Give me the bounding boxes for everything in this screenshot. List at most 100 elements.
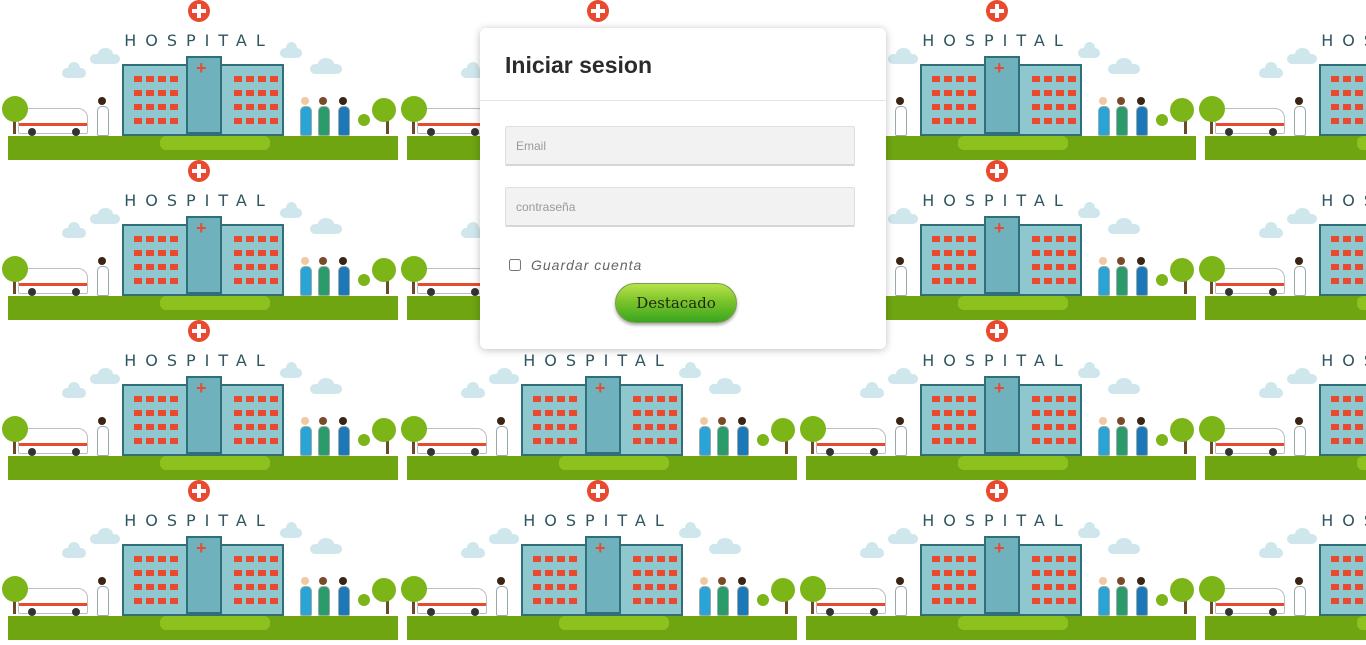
- window: [146, 410, 154, 416]
- window: [234, 584, 242, 590]
- cloud-icon: [1259, 222, 1283, 238]
- tree-icon: [1156, 274, 1168, 286]
- window: [170, 598, 178, 604]
- hospital-word: HOSPITAL: [1321, 191, 1366, 210]
- window: [944, 598, 952, 604]
- window: [1056, 118, 1064, 124]
- person-head: [339, 417, 347, 425]
- hospital-tile: HOSPITAL: [1197, 0, 1366, 160]
- person-icon: [97, 426, 109, 456]
- window: [270, 236, 278, 242]
- remember-account: Guardar cuenta: [509, 257, 642, 273]
- cloud-icon: [280, 522, 302, 538]
- window: [633, 570, 641, 576]
- window: [170, 236, 178, 242]
- hospital-word: HOSPITAL: [922, 351, 1072, 370]
- window: [170, 570, 178, 576]
- window: [234, 438, 242, 444]
- red-cross-icon: [188, 320, 210, 342]
- cloud-icon: [1287, 368, 1317, 384]
- window: [1044, 250, 1052, 256]
- window: [158, 278, 166, 284]
- window: [146, 570, 154, 576]
- cloud-icon: [1287, 48, 1317, 64]
- window: [270, 410, 278, 416]
- window: [1032, 250, 1040, 256]
- window: [545, 584, 553, 590]
- window: [270, 278, 278, 284]
- person-icon: [1116, 266, 1128, 296]
- hospital-word: HOSPITAL: [1321, 511, 1366, 530]
- cloud-icon: [310, 538, 342, 554]
- path: [1357, 136, 1366, 150]
- window: [1331, 104, 1339, 110]
- person-head: [738, 577, 746, 585]
- window: [270, 250, 278, 256]
- window: [569, 556, 577, 562]
- person-icon: [496, 426, 508, 456]
- hospital-word: HOSPITAL: [523, 511, 673, 530]
- person-icon: [1294, 266, 1306, 296]
- person-icon: [699, 426, 711, 456]
- window: [158, 236, 166, 242]
- window: [657, 396, 665, 402]
- window: [1044, 264, 1052, 270]
- person-icon: [737, 426, 749, 456]
- window: [1331, 264, 1339, 270]
- person-icon: [318, 266, 330, 296]
- window: [1056, 236, 1064, 242]
- window: [1068, 76, 1076, 82]
- window: [545, 424, 553, 430]
- cloud-icon: [888, 528, 918, 544]
- person-icon: [1098, 106, 1110, 136]
- window: [1355, 410, 1363, 416]
- hospital-word: HOSPITAL: [1321, 351, 1366, 370]
- window: [134, 250, 142, 256]
- window: [1343, 118, 1351, 124]
- path: [559, 456, 669, 470]
- email-input[interactable]: [505, 126, 855, 166]
- wheel: [471, 128, 479, 136]
- window: [944, 424, 952, 430]
- window: [246, 118, 254, 124]
- person-head: [700, 417, 708, 425]
- person-icon: [318, 426, 330, 456]
- window: [533, 556, 541, 562]
- window: [1068, 104, 1076, 110]
- window: [545, 438, 553, 444]
- window: [270, 438, 278, 444]
- window: [1044, 396, 1052, 402]
- window: [956, 236, 964, 242]
- window: [932, 104, 940, 110]
- tree-trunk: [1184, 440, 1187, 454]
- window: [944, 250, 952, 256]
- path: [559, 616, 669, 630]
- window: [956, 104, 964, 110]
- window: [1032, 598, 1040, 604]
- window: [146, 104, 154, 110]
- window: [146, 264, 154, 270]
- window: [1343, 396, 1351, 402]
- person-head: [319, 97, 327, 105]
- window: [1068, 90, 1076, 96]
- window: [1068, 598, 1076, 604]
- person-icon: [1294, 426, 1306, 456]
- tree-trunk: [1210, 600, 1213, 614]
- window: [956, 410, 964, 416]
- building-center: [984, 56, 1020, 134]
- window: [146, 236, 154, 242]
- window: [956, 90, 964, 96]
- window: [234, 76, 242, 82]
- window: [234, 236, 242, 242]
- person-head: [339, 577, 347, 585]
- password-input[interactable]: [505, 187, 855, 227]
- wheel: [870, 448, 878, 456]
- window: [1044, 438, 1052, 444]
- hospital-word: HOSPITAL: [523, 351, 673, 370]
- window: [1032, 584, 1040, 590]
- destacado-button[interactable]: Destacado: [615, 283, 737, 323]
- ground: [1205, 616, 1366, 640]
- window: [944, 118, 952, 124]
- hospital-word: HOSPITAL: [124, 511, 274, 530]
- remember-checkbox[interactable]: [509, 259, 521, 271]
